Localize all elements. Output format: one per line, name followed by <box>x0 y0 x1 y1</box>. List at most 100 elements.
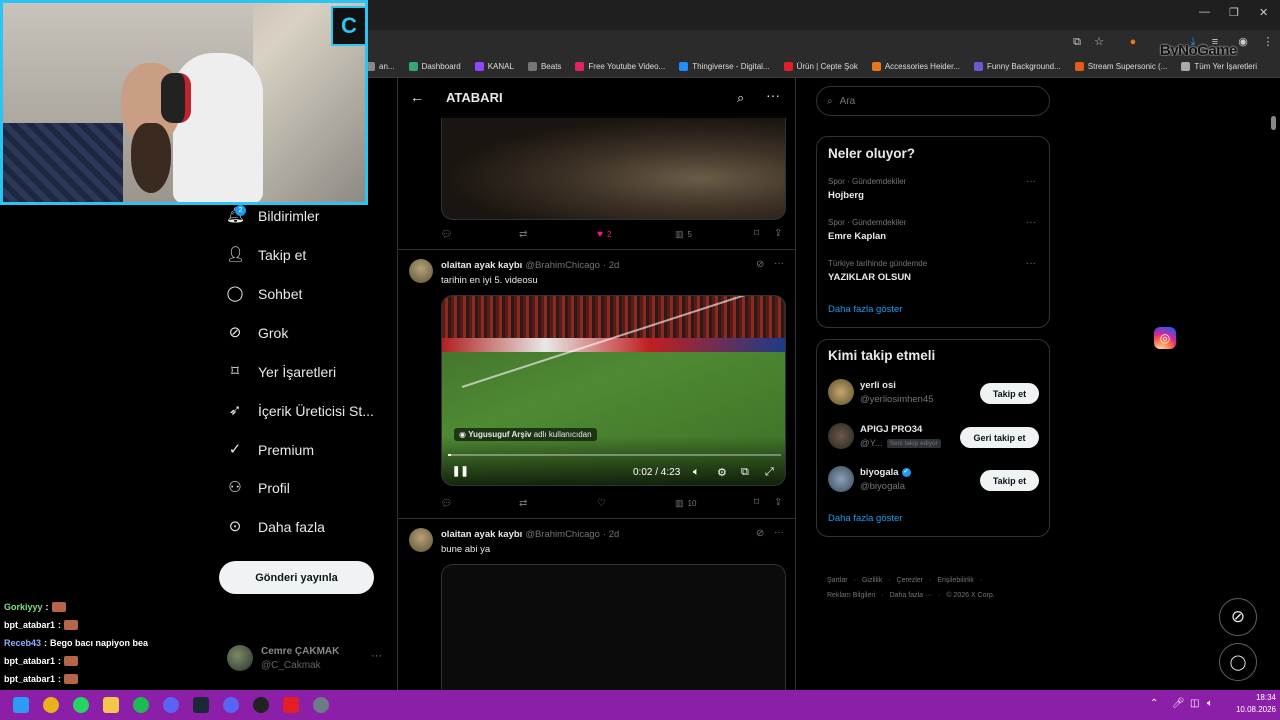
whatsapp-icon[interactable] <box>73 697 89 713</box>
microphone-icon[interactable]: 🎤︎ <box>1172 698 1185 709</box>
tweet-media[interactable] <box>441 564 786 690</box>
reply-icon[interactable]: 💬︎ <box>441 498 452 509</box>
avatar[interactable] <box>828 379 854 405</box>
bookmark-star-icon[interactable]: ☆ <box>1093 36 1105 48</box>
steam-icon[interactable] <box>193 697 209 713</box>
windows-start-icon[interactable] <box>13 697 29 713</box>
pause-icon[interactable]: ❚❚ <box>452 466 469 477</box>
clock-date[interactable]: 10.08.2026 <box>1222 705 1276 714</box>
chrome-icon[interactable] <box>43 697 59 713</box>
messages-button[interactable]: ◯ <box>1219 643 1257 681</box>
trend-name[interactable]: YAZIKLAR OLSUN <box>828 272 911 283</box>
more-icon[interactable]: ··· <box>766 87 780 103</box>
maximize-icon[interactable]: ❐ <box>1229 6 1239 19</box>
bookmark-item[interactable]: Free Youtube Video... <box>575 62 665 71</box>
share-icon[interactable]: ⇪ <box>774 228 782 239</box>
more-icon[interactable]: ··· <box>1026 258 1036 269</box>
scrollbar[interactable] <box>1271 116 1276 130</box>
heart-icon[interactable]: ♡ <box>597 498 606 509</box>
bookmark-item[interactable]: Accessories Heider... <box>871 62 960 71</box>
search-icon[interactable]: ⌕ <box>737 90 744 106</box>
sidebar-item-2[interactable]: ◯ Sohbet <box>226 279 303 309</box>
video-source-user[interactable]: Yugusuguf Arşiv <box>468 430 531 439</box>
account-more-icon[interactable]: ··· <box>371 650 382 662</box>
speaker-icon[interactable]: 🔈︎ <box>1207 698 1213 709</box>
more-icon[interactable]: ··· <box>1026 176 1036 187</box>
retweet-icon[interactable]: ⇄ <box>519 498 527 509</box>
extension-icon[interactable]: ● <box>1127 36 1139 48</box>
more-icon[interactable]: ··· <box>774 527 784 538</box>
grok-icon[interactable]: ⊘ <box>756 259 764 270</box>
settings-gear-icon[interactable]: ⚙ <box>717 466 727 479</box>
sidebar-item-5[interactable]: ➶ İçerik Üreticisi St... <box>226 396 374 426</box>
sidebar-item-7[interactable]: ⚇ Profil <box>226 473 290 503</box>
avatar[interactable] <box>828 423 854 449</box>
bookmark-item[interactable]: Tüm Yer İşaretleri <box>1181 62 1257 71</box>
footer-link[interactable]: © 2026 X Corp. <box>946 592 994 599</box>
volume-icon[interactable]: 🔈︎ <box>693 466 700 479</box>
sidebar-item-1[interactable]: 👤︎ Takip et <box>226 240 306 270</box>
footer-link[interactable]: Gizlilik <box>862 577 882 584</box>
media-player-icon[interactable] <box>283 697 299 713</box>
trends-show-more[interactable]: Daha fazla göster <box>828 304 902 315</box>
bookmark-item[interactable]: KANAL <box>474 62 514 71</box>
footer-link[interactable]: Daha fazla ··· <box>890 592 932 599</box>
sidebar-item-8[interactable]: ⊙ Daha fazla <box>226 512 325 542</box>
search-input[interactable]: ⌕ Ara <box>816 86 1050 116</box>
tweet-age[interactable]: · 2d <box>603 260 619 271</box>
follow-name[interactable]: APIGJ PRO34 <box>860 424 922 435</box>
minimize-icon[interactable]: — <box>1199 6 1210 18</box>
grok-button[interactable]: ⊘ <box>1219 598 1257 636</box>
avatar[interactable] <box>409 259 433 283</box>
footer-link[interactable]: Erişilebilirlik <box>937 577 974 584</box>
tweet-handle[interactable]: @BrahimChicago <box>525 260 600 271</box>
obs-icon[interactable] <box>163 697 179 713</box>
footer-link[interactable]: Reklam Bilgileri <box>827 592 875 599</box>
follow-button[interactable]: Takip et <box>980 470 1039 491</box>
retweet-icon[interactable]: ⇄ <box>519 229 527 240</box>
sidebar-item-6[interactable]: ✓ Premium <box>226 435 314 465</box>
bookmark-item[interactable]: an... <box>366 62 395 71</box>
bookmark-icon[interactable]: ⌑ <box>754 497 759 508</box>
pip-icon[interactable]: ⧉ <box>741 466 749 479</box>
clock-time[interactable]: 18:34 <box>1232 693 1276 702</box>
profile-icon[interactable]: ◉ <box>1237 36 1249 48</box>
discord-icon[interactable] <box>223 697 239 713</box>
reply-icon[interactable]: 💬︎ <box>441 229 452 240</box>
bookmark-item[interactable]: Thingiverse - Digital... <box>679 62 770 71</box>
video-player[interactable]: ◉ Yugusuguf Arşiv adlı kullanıcıdan ❚❚ 0… <box>441 295 786 486</box>
tweet-image[interactable] <box>441 116 786 220</box>
bookmark-icon[interactable]: ⌑ <box>754 228 759 239</box>
follow-button[interactable]: Geri takip et <box>960 427 1039 448</box>
browser-menu-icon[interactable]: ⋮ <box>1262 36 1274 48</box>
follow-button[interactable]: Takip et <box>980 383 1039 404</box>
bookmark-item[interactable]: Ürün | Cepte Şok <box>783 62 858 71</box>
file-explorer-icon[interactable] <box>103 697 119 713</box>
install-app-icon[interactable]: ⧉ <box>1071 36 1083 48</box>
follow-show-more[interactable]: Daha fazla göster <box>828 513 902 524</box>
follow-name[interactable]: biyogala ✓ <box>860 467 911 478</box>
video-progress-bar[interactable] <box>448 454 781 456</box>
more-icon[interactable]: ··· <box>774 258 784 269</box>
network-icon[interactable]: ◫ <box>1190 698 1199 709</box>
trend-name[interactable]: Hojberg <box>828 190 864 201</box>
more-icon[interactable]: ··· <box>1026 217 1036 228</box>
tweet-author[interactable]: olaitan ayak kaybı <box>441 529 522 540</box>
sidebar-item-4[interactable]: ⌑ Yer İşaretleri <box>226 357 336 387</box>
settings-icon[interactable] <box>313 697 329 713</box>
sidebar-item-3[interactable]: ⊘ Grok <box>226 318 289 348</box>
trend-name[interactable]: Emre Kaplan <box>828 231 886 242</box>
tweet-handle[interactable]: @BrahimChicago <box>525 529 600 540</box>
avatar[interactable] <box>409 528 433 552</box>
back-arrow-icon[interactable]: ← <box>410 89 424 105</box>
like-button[interactable]: ♥ 2 <box>597 229 611 240</box>
views-button[interactable]: ▥ 5 <box>675 229 692 240</box>
streaming-app-icon[interactable] <box>253 697 269 713</box>
footer-link[interactable]: Şartlar <box>827 577 848 584</box>
tray-chevron-icon[interactable]: ⌃ <box>1150 698 1158 709</box>
share-icon[interactable]: ⇪ <box>774 497 782 508</box>
grok-icon[interactable]: ⊘ <box>756 528 764 539</box>
tweet-age[interactable]: · 2d <box>603 529 619 540</box>
bookmark-item[interactable]: Funny Background... <box>973 62 1061 71</box>
spotify-icon[interactable] <box>133 697 149 713</box>
